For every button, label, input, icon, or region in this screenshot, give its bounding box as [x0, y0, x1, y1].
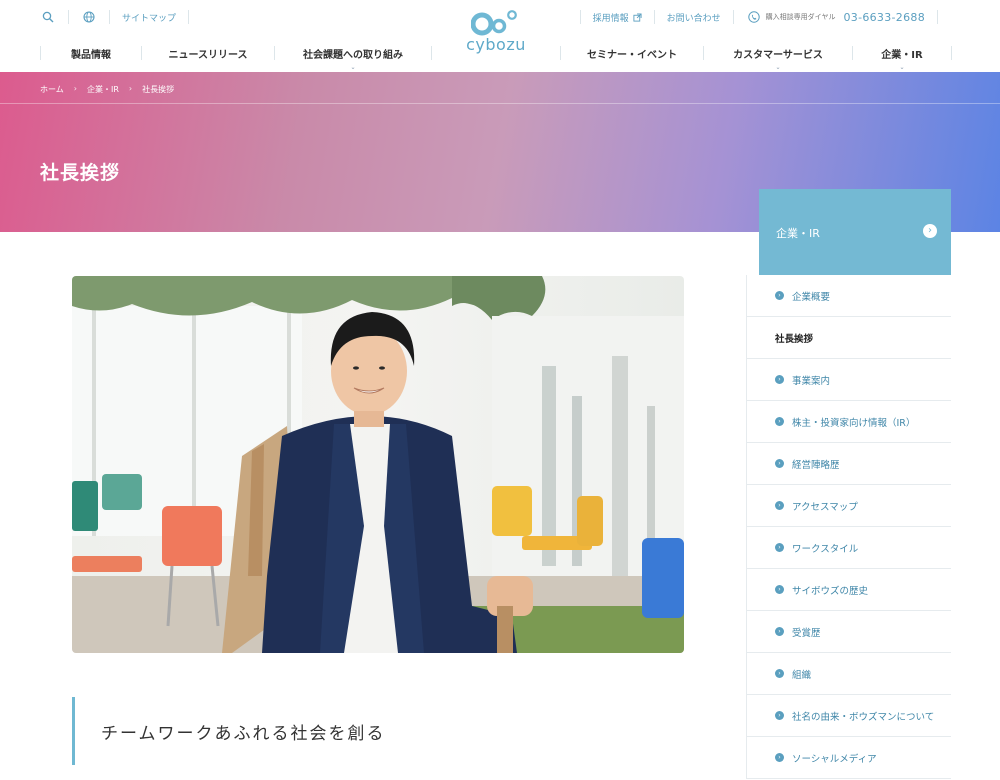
chevron-right-circle-icon: › — [775, 543, 784, 552]
section-heading-block: チームワークあふれる社会を創る — [72, 697, 672, 765]
nav-social-issues[interactable]: 社会課題への取り組み ⌄ — [275, 46, 431, 71]
sidebar-nav: 企業・IR › › 企業概要 社長挨拶 › 事業案内 › 株主・投資家向け情報（IR）… — [746, 189, 951, 779]
nav-label: ニュースリリース — [168, 49, 248, 61]
section-heading: チームワークあふれる社会を創る — [101, 724, 386, 744]
divider — [653, 10, 655, 24]
divider — [431, 46, 432, 60]
nav-label: セミナー・イベント — [587, 49, 677, 61]
utility-nav-left: サイトマップ — [40, 8, 201, 26]
sidebar-item-label: 事業案内 — [792, 375, 831, 387]
sidebar-head-corporate-ir[interactable]: 企業・IR › — [759, 189, 951, 275]
sitemap-link[interactable]: サイトマップ — [122, 11, 176, 24]
sidebar-item-awards[interactable]: › 受賞歴 — [747, 611, 951, 653]
sidebar-item-label: 社長挨拶 — [775, 333, 814, 345]
sidebar-item-label: アクセスマップ — [792, 501, 858, 513]
breadcrumb-corporate-ir[interactable]: 企業・IR — [87, 84, 119, 95]
breadcrumb-home[interactable]: ホーム — [40, 84, 64, 95]
chevron-right-circle-icon: › — [775, 627, 784, 636]
sidebar-item-organization[interactable]: › 組織 — [747, 653, 951, 695]
divider — [579, 10, 581, 24]
chevron-right-circle-icon: › — [775, 711, 784, 720]
nav-label: カスタマーサービス — [733, 49, 823, 61]
chevron-right-circle-icon: › — [923, 224, 937, 238]
sidebar-item-label: 組織 — [792, 669, 812, 681]
utility-nav-right: 採用情報 お問い合わせ 購入相談専用ダイヤル 03-6633-2688 — [568, 8, 950, 26]
sidebar-item-ir[interactable]: › 株主・投資家向け情報（IR） — [747, 401, 951, 443]
nav-label: 社会課題への取り組み — [303, 49, 403, 61]
sidebar-item-name-origin[interactable]: › 社名の由来・ボウズマンについて — [747, 695, 951, 737]
sidebar-item-executives[interactable]: › 経営陣略歴 — [747, 443, 951, 485]
sidebar-item-company-overview[interactable]: › 企業概要 — [747, 275, 951, 317]
divider — [0, 103, 1000, 104]
nav-news-release[interactable]: ニュースリリース — [142, 46, 274, 61]
sidebar-item-history[interactable]: › サイボウズの歴史 — [747, 569, 951, 611]
nav-seminar-event[interactable]: セミナー・イベント — [561, 46, 703, 61]
recruit-link[interactable]: 採用情報 — [593, 11, 629, 24]
sidebar-item-access-map[interactable]: › アクセスマップ — [747, 485, 951, 527]
sidebar-item-label: 企業概要 — [792, 291, 831, 303]
logo-mark-icon — [471, 10, 517, 36]
president-photo — [72, 276, 684, 653]
nav-corporate-ir[interactable]: 企業・IR ⌄ — [853, 46, 951, 71]
chevron-right-circle-icon: › — [775, 417, 784, 426]
chevron-right-circle-icon: › — [775, 501, 784, 510]
search-icon[interactable] — [40, 9, 56, 25]
sidebar-item-label: 株主・投資家向け情報（IR） — [792, 417, 916, 429]
divider — [109, 10, 110, 24]
breadcrumb-current: 社長挨拶 — [142, 85, 175, 94]
sidebar-head-label: 企業・IR — [776, 227, 820, 240]
sidebar-list: › 企業概要 社長挨拶 › 事業案内 › 株主・投資家向け情報（IR） › 経営陣略歴 … — [746, 275, 951, 779]
chevron-right-circle-icon: › — [775, 291, 784, 300]
sidebar-item-business[interactable]: › 事業案内 — [747, 359, 951, 401]
sidebar-item-label: ワークスタイル — [792, 543, 859, 555]
site-header: サイトマップ 採用情報 お問い合わせ 購入相談専用ダイヤル 03-6633-26… — [0, 0, 1000, 72]
divider — [937, 10, 938, 24]
sidebar-item-label: サイボウズの歴史 — [792, 585, 869, 597]
nav-products[interactable]: 製品情報 — [41, 46, 141, 61]
external-link-icon — [633, 12, 642, 22]
chevron-right-circle-icon: › — [775, 669, 784, 678]
nav-label: 企業・IR — [881, 49, 923, 61]
chevron-right-icon: › — [128, 84, 133, 93]
phone-icon — [746, 9, 762, 25]
chevron-down-icon: ⌄ — [775, 63, 781, 71]
chevron-right-circle-icon: › — [775, 585, 784, 594]
global-nav-right: セミナー・イベント カスタマーサービス ⌄ 企業・IR ⌄ — [560, 42, 952, 71]
sidebar-item-social-media[interactable]: › ソーシャルメディア — [747, 737, 951, 779]
breadcrumb: ホーム › 企業・IR › 社長挨拶 — [40, 84, 174, 95]
divider — [188, 10, 190, 24]
sidebar-item-label: 受賞歴 — [792, 627, 821, 639]
globe-icon[interactable] — [81, 9, 97, 25]
sidebar-item-president-message[interactable]: 社長挨拶 — [747, 317, 951, 359]
global-nav-left: 製品情報 ニュースリリース 社会課題への取り組み ⌄ — [40, 42, 432, 71]
chevron-right-circle-icon: › — [775, 753, 784, 762]
divider — [732, 10, 734, 24]
cybozu-logo[interactable]: cybozu — [460, 6, 532, 64]
nav-customer-service[interactable]: カスタマーサービス ⌄ — [704, 46, 852, 71]
contact-link[interactable]: お問い合わせ — [667, 11, 721, 24]
nav-label: 製品情報 — [71, 49, 111, 61]
phone-label: 購入相談専用ダイヤル — [765, 13, 836, 21]
chevron-right-circle-icon: › — [775, 375, 784, 384]
phone-number[interactable]: 03-6633-2688 — [843, 11, 925, 24]
page-title: 社長挨拶 — [40, 162, 121, 184]
sidebar-item-label: ソーシャルメディア — [792, 753, 877, 765]
sidebar-item-label: 社名の由来・ボウズマンについて — [792, 711, 935, 723]
sidebar-item-workstyle[interactable]: › ワークスタイル — [747, 527, 951, 569]
chevron-right-icon: › — [73, 84, 77, 93]
sidebar-item-label: 経営陣略歴 — [792, 459, 840, 471]
divider — [68, 10, 69, 24]
chevron-down-icon: ⌄ — [350, 63, 356, 71]
chevron-right-circle-icon: › — [775, 459, 784, 468]
chevron-down-icon: ⌄ — [899, 63, 905, 71]
logo-wordmark: cybozu — [466, 35, 526, 54]
divider — [951, 46, 952, 60]
